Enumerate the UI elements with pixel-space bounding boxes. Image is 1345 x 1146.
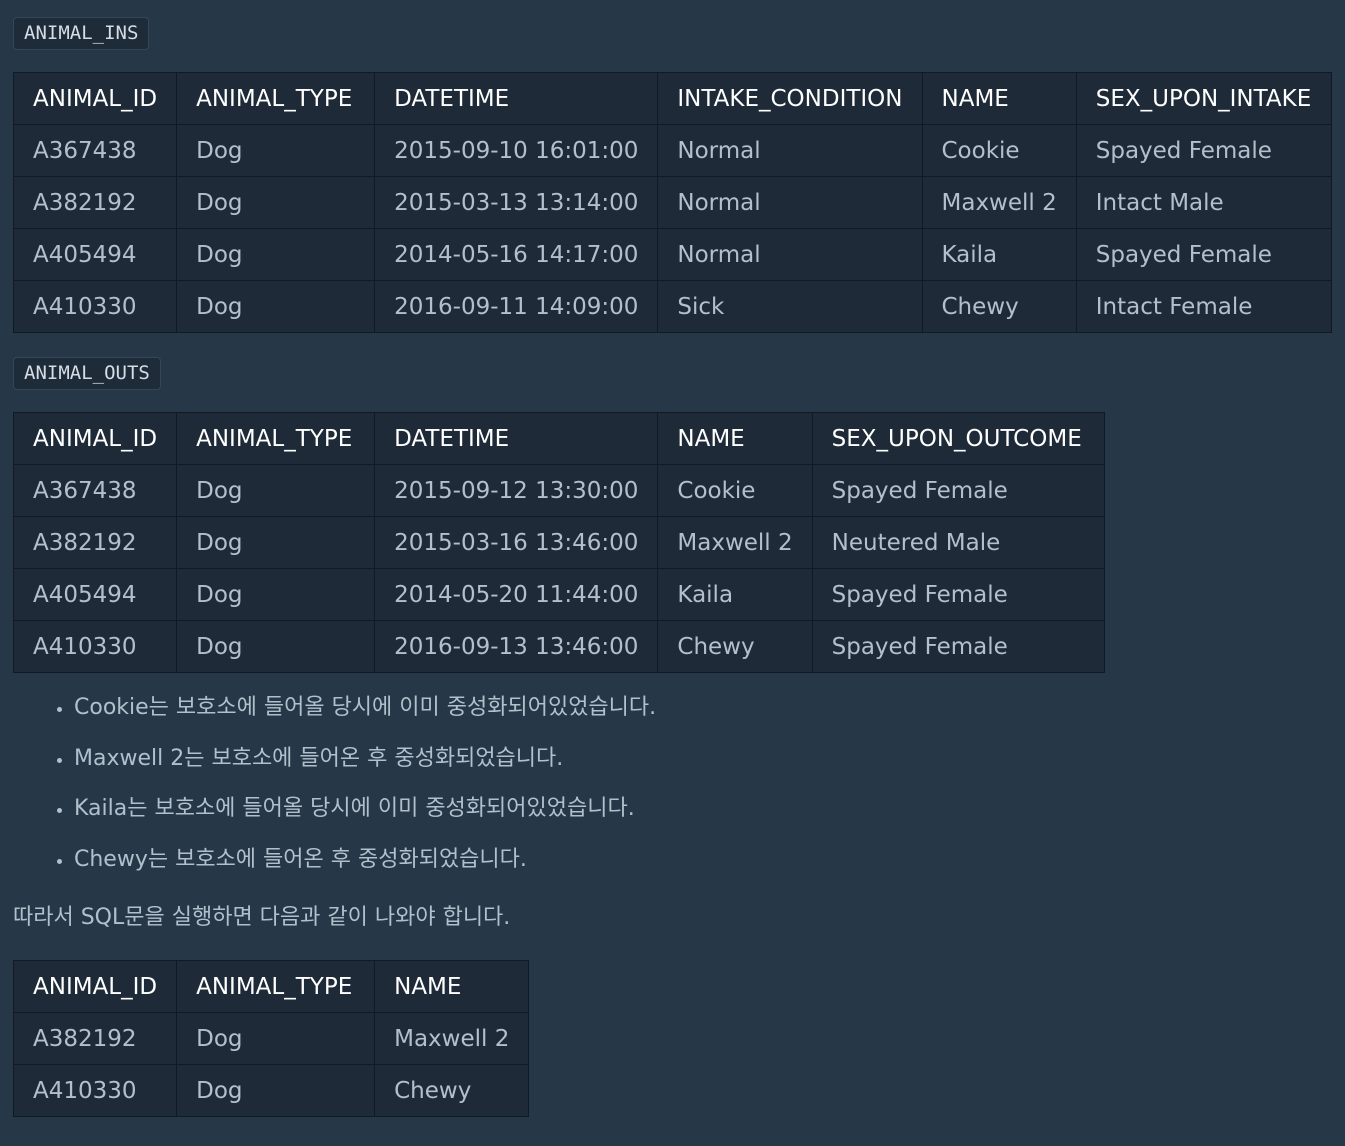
table-cell: Dog: [176, 228, 376, 281]
table-row: A405494 Dog 2014-05-16 14:17:00 Normal K…: [12, 228, 1332, 281]
table-header-row: ANIMAL_ID ANIMAL_TYPE DATETIME NAME SEX_…: [12, 412, 1105, 465]
table-cell: Dog: [176, 124, 376, 177]
table-cell: 2016-09-11 14:09:00: [374, 280, 659, 333]
table-cell: A405494: [12, 568, 178, 621]
table-cell: Intact Male: [1075, 176, 1332, 229]
table-cell: A382192: [12, 1012, 178, 1065]
column-header: ANIMAL_TYPE: [176, 72, 376, 125]
column-header: DATETIME: [374, 72, 659, 125]
column-header: ANIMAL_ID: [12, 72, 178, 125]
table-cell: Maxwell 2: [657, 516, 813, 569]
animal-outs-label: ANIMAL_OUTS: [13, 357, 161, 390]
table-row: A410330 Dog 2016-09-13 13:46:00 Chewy Sp…: [12, 620, 1105, 673]
table-cell: Dog: [176, 1012, 376, 1065]
table-cell: Dog: [176, 1064, 376, 1117]
list-item: Chewy는 보호소에 들어온 후 중성화되었습니다.: [74, 835, 656, 886]
animal-ins-table: ANIMAL_ID ANIMAL_TYPE DATETIME INTAKE_CO…: [12, 72, 1332, 333]
table-cell: A382192: [12, 516, 178, 569]
table-row: A382192 Dog Maxwell 2: [12, 1012, 530, 1065]
notes-list: Cookie는 보호소에 들어올 당시에 이미 중성화되어있었습니다. Maxw…: [0, 683, 656, 885]
table-cell: A382192: [12, 176, 178, 229]
table-cell: 2016-09-13 13:46:00: [374, 620, 659, 673]
table-cell: A410330: [12, 280, 178, 333]
table-cell: Chewy: [657, 620, 813, 673]
table-cell: Dog: [176, 280, 376, 333]
list-item: Cookie는 보호소에 들어올 당시에 이미 중성화되어있었습니다.: [74, 683, 656, 734]
table-cell: Spayed Female: [811, 464, 1105, 517]
column-header: ANIMAL_ID: [12, 960, 178, 1013]
column-header: ANIMAL_TYPE: [176, 960, 376, 1013]
table-cell: 2014-05-20 11:44:00: [374, 568, 659, 621]
table-cell: Spayed Female: [1075, 228, 1332, 281]
conclusion-text: 따라서 SQL문을 실행하면 다음과 같이 나와야 합니다.: [13, 905, 511, 930]
column-header: ANIMAL_TYPE: [176, 412, 376, 465]
list-item: Kaila는 보호소에 들어올 당시에 이미 중성화되어있었습니다.: [74, 784, 656, 835]
table-row: A382192 Dog 2015-03-13 13:14:00 Normal M…: [12, 176, 1332, 229]
column-header: ANIMAL_ID: [12, 412, 178, 465]
table-cell: Normal: [657, 176, 923, 229]
table-cell: A410330: [12, 620, 178, 673]
table-cell: Cookie: [921, 124, 1077, 177]
table-cell: Dog: [176, 176, 376, 229]
table-row: A405494 Dog 2014-05-20 11:44:00 Kaila Sp…: [12, 568, 1105, 621]
table-cell: A410330: [12, 1064, 178, 1117]
table-cell: Intact Female: [1075, 280, 1332, 333]
table-row: A367438 Dog 2015-09-10 16:01:00 Normal C…: [12, 124, 1332, 177]
table-cell: Normal: [657, 124, 923, 177]
table-cell: Dog: [176, 464, 376, 517]
column-header: INTAKE_CONDITION: [657, 72, 923, 125]
table-cell: Kaila: [657, 568, 813, 621]
table-cell: 2015-09-12 13:30:00: [374, 464, 659, 517]
table-cell: Dog: [176, 568, 376, 621]
result-table: ANIMAL_ID ANIMAL_TYPE NAME A382192 Dog M…: [12, 960, 530, 1117]
table-header-row: ANIMAL_ID ANIMAL_TYPE DATETIME INTAKE_CO…: [12, 72, 1332, 125]
table-cell: A367438: [12, 464, 178, 517]
table-row: A367438 Dog 2015-09-12 13:30:00 Cookie S…: [12, 464, 1105, 517]
table-cell: Normal: [657, 228, 923, 281]
table-cell: Sick: [657, 280, 923, 333]
table-cell: Cookie: [657, 464, 813, 517]
table-cell: 2015-09-10 16:01:00: [374, 124, 659, 177]
column-header: NAME: [921, 72, 1077, 125]
table-cell: Dog: [176, 620, 376, 673]
table-cell: 2014-05-16 14:17:00: [374, 228, 659, 281]
table-cell: Spayed Female: [811, 620, 1105, 673]
table-cell: Spayed Female: [811, 568, 1105, 621]
table-cell: Kaila: [921, 228, 1077, 281]
animal-outs-table: ANIMAL_ID ANIMAL_TYPE DATETIME NAME SEX_…: [12, 412, 1105, 673]
table-cell: Chewy: [921, 280, 1077, 333]
table-cell: Maxwell 2: [921, 176, 1077, 229]
column-header: NAME: [657, 412, 813, 465]
table-cell: 2015-03-16 13:46:00: [374, 516, 659, 569]
table-row: A382192 Dog 2015-03-16 13:46:00 Maxwell …: [12, 516, 1105, 569]
animal-ins-label: ANIMAL_INS: [13, 17, 150, 50]
table-header-row: ANIMAL_ID ANIMAL_TYPE NAME: [12, 960, 530, 1013]
table-row: A410330 Dog 2016-09-11 14:09:00 Sick Che…: [12, 280, 1332, 333]
table-cell: Spayed Female: [1075, 124, 1332, 177]
column-header: DATETIME: [374, 412, 659, 465]
table-cell: Maxwell 2: [374, 1012, 530, 1065]
table-cell: A367438: [12, 124, 178, 177]
column-header: SEX_UPON_OUTCOME: [811, 412, 1105, 465]
table-cell: Neutered Male: [811, 516, 1105, 569]
column-header: SEX_UPON_INTAKE: [1075, 72, 1332, 125]
table-cell: 2015-03-13 13:14:00: [374, 176, 659, 229]
table-cell: A405494: [12, 228, 178, 281]
table-row: A410330 Dog Chewy: [12, 1064, 530, 1117]
table-cell: Dog: [176, 516, 376, 569]
table-cell: Chewy: [374, 1064, 530, 1117]
list-item: Maxwell 2는 보호소에 들어온 후 중성화되었습니다.: [74, 734, 656, 785]
column-header: NAME: [374, 960, 530, 1013]
